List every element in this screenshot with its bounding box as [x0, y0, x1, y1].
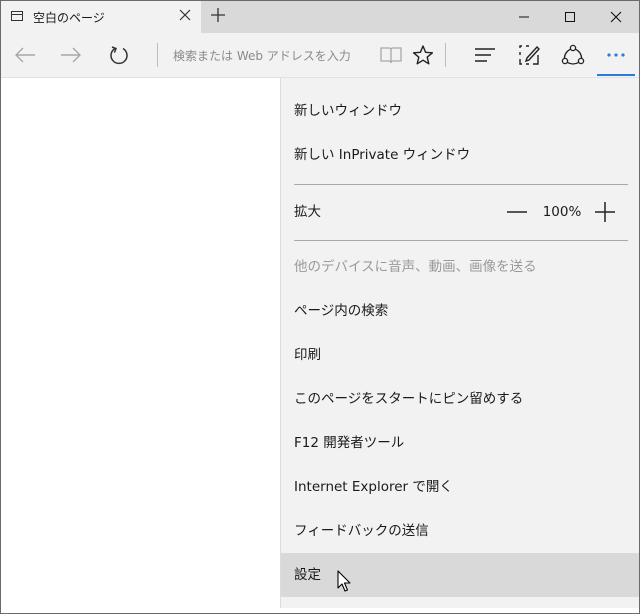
- refresh-button[interactable]: [99, 33, 139, 77]
- mouse-cursor-icon: [337, 570, 351, 592]
- back-button[interactable]: [5, 33, 45, 77]
- favorite-star-icon: [412, 45, 434, 65]
- address-separator: [157, 43, 158, 67]
- tab-title: 空白のページ: [33, 11, 105, 25]
- menu-item-new-inprivate-window[interactable]: 新しい InPrivate ウィンドウ: [281, 133, 639, 177]
- hub-icon: [475, 48, 495, 62]
- forward-button[interactable]: [51, 33, 91, 77]
- new-tab-button[interactable]: [206, 5, 230, 29]
- minus-icon: [507, 211, 527, 213]
- forward-arrow-icon: [61, 47, 81, 63]
- menu-separator: [294, 240, 628, 241]
- menu-item-find-on-page[interactable]: ページ内の検索: [281, 289, 639, 333]
- menu-item-pin-to-start[interactable]: このページをスタートにピン留めする: [281, 377, 639, 421]
- minimize-icon: [519, 16, 529, 18]
- back-arrow-icon: [15, 47, 35, 63]
- plus-icon: [595, 202, 615, 222]
- reading-view-icon: [380, 47, 402, 64]
- maximize-button[interactable]: [547, 1, 593, 33]
- zoom-label: 拡大: [294, 204, 321, 220]
- browser-window: 空白のページ 検索または Web アドレスを入力 新しいウィンドウ 新しい In…: [0, 0, 640, 614]
- page-icon: [11, 11, 23, 21]
- more-actions-menu: 新しいウィンドウ 新しい InPrivate ウィンドウ 拡大 100% 他のデ…: [280, 78, 639, 608]
- menu-item-cast-media: 他のデバイスに音声、動画、画像を送る: [294, 259, 537, 275]
- menu-item-new-window[interactable]: 新しいウィンドウ: [281, 89, 639, 133]
- menu-item-open-internet-explorer[interactable]: Internet Explorer で開く: [281, 465, 639, 509]
- share-button[interactable]: [553, 33, 593, 77]
- tab-blank-page[interactable]: 空白のページ: [1, 1, 201, 33]
- more-button-active-indicator: [597, 74, 635, 76]
- web-note-icon: [519, 45, 540, 65]
- address-bar[interactable]: 検索または Web アドレスを入力: [173, 47, 351, 64]
- toolbar-separator: [445, 43, 446, 67]
- menu-item-send-feedback[interactable]: フィードバックの送信: [281, 509, 639, 553]
- title-bar: 空白のページ: [1, 1, 639, 33]
- menu-separator: [294, 184, 628, 185]
- close-icon: [610, 11, 622, 23]
- zoom-out-button[interactable]: [505, 200, 529, 224]
- hub-button[interactable]: [465, 33, 505, 77]
- maximize-icon: [565, 12, 575, 22]
- tab-close-icon[interactable]: [177, 8, 193, 24]
- refresh-icon: [110, 46, 128, 65]
- share-icon: [561, 44, 585, 65]
- menu-item-developer-tools[interactable]: F12 開発者ツール: [281, 421, 639, 465]
- zoom-in-button[interactable]: [593, 200, 617, 224]
- menu-item-settings[interactable]: 設定: [281, 553, 639, 597]
- web-note-button[interactable]: [509, 33, 549, 77]
- minimize-button[interactable]: [501, 1, 547, 33]
- favorite-button[interactable]: [403, 33, 443, 77]
- more-icon: [607, 53, 625, 57]
- more-button[interactable]: [597, 33, 635, 77]
- zoom-value: 100%: [542, 204, 582, 220]
- zoom-row: 拡大 100%: [281, 190, 639, 234]
- menu-item-print[interactable]: 印刷: [281, 333, 639, 377]
- close-window-button[interactable]: [593, 1, 639, 33]
- toolbar: 検索または Web アドレスを入力: [1, 33, 639, 78]
